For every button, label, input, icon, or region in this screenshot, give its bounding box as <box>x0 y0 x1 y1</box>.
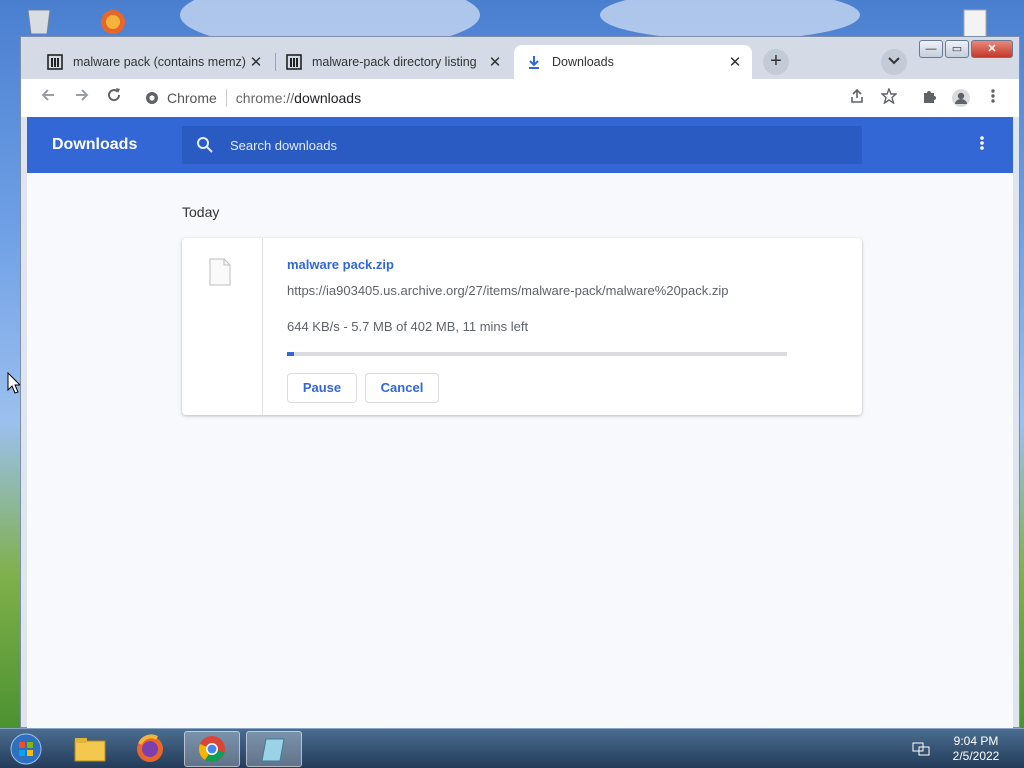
browser-toolbar: Chrome chrome://downloads <box>21 79 1019 117</box>
notepad-icon[interactable] <box>246 731 302 767</box>
browser-menu-icon[interactable] <box>983 88 1003 108</box>
tab-search-chevron-icon[interactable] <box>881 49 907 75</box>
archive-icon <box>47 54 63 70</box>
tab-title: malware pack (contains memz) : F <box>73 55 247 69</box>
downloads-page: Downloads Today malware pack.zip https:/… <box>27 117 1013 729</box>
tab-title: malware-pack directory listing <box>312 55 477 69</box>
extensions-puzzle-icon[interactable] <box>919 88 939 108</box>
archive-icon <box>286 54 302 70</box>
tab-downloads[interactable]: Downloads ✕ <box>514 45 752 79</box>
close-tab-icon[interactable]: ✕ <box>486 53 504 71</box>
tab-strip: malware pack (contains memz) : F ✕ malwa… <box>21 37 1019 79</box>
maximize-button[interactable]: ▭ <box>945 40 969 58</box>
section-heading-today: Today <box>182 204 220 220</box>
search-bar[interactable] <box>182 126 862 164</box>
close-tab-icon[interactable]: ✕ <box>726 53 744 71</box>
download-progress-fill <box>287 352 294 356</box>
omnibox-url: chrome://downloads <box>236 90 361 106</box>
omnibox[interactable]: Chrome chrome://downloads <box>137 83 957 113</box>
recycle-bin-icon[interactable] <box>22 4 56 38</box>
close-window-button[interactable]: ✕ <box>971 40 1013 58</box>
download-source-url[interactable]: https://ia903405.us.archive.org/27/items… <box>287 283 729 298</box>
file-icon <box>209 258 231 286</box>
pause-button[interactable]: Pause <box>287 373 357 403</box>
close-tab-icon[interactable]: ✕ <box>247 53 265 71</box>
firefox-icon[interactable] <box>122 731 178 767</box>
search-icon <box>196 136 214 154</box>
file-explorer-icon[interactable] <box>62 731 118 767</box>
taskbar-clock[interactable]: 9:04 PM 2/5/2022 <box>940 734 1012 764</box>
clock-date: 2/5/2022 <box>952 749 1000 763</box>
back-arrow-icon[interactable] <box>37 87 59 109</box>
tab-title: Downloads <box>552 55 614 69</box>
share-icon[interactable] <box>847 88 867 108</box>
desktop-cloud <box>600 0 860 40</box>
download-status: 644 KB/s - 5.7 MB of 402 MB, 11 mins lef… <box>287 319 529 334</box>
chrome-icon[interactable] <box>184 731 240 767</box>
network-icon[interactable] <box>912 741 930 757</box>
clock-time: 9:04 PM <box>953 734 999 748</box>
profile-avatar-icon[interactable] <box>951 88 971 108</box>
minimize-button[interactable]: — <box>919 40 943 58</box>
browser-window: malware pack (contains memz) : F ✕ malwa… <box>20 36 1020 729</box>
start-orb-icon[interactable] <box>2 731 50 767</box>
new-tab-button[interactable]: + <box>763 49 789 75</box>
download-progress-bar <box>287 352 787 356</box>
reload-icon[interactable] <box>103 87 125 109</box>
firefox-desktop-icon[interactable] <box>96 4 130 38</box>
mouse-cursor-icon <box>7 371 22 394</box>
chrome-logo-icon <box>145 91 159 105</box>
url-scheme: chrome:// <box>235 90 295 106</box>
tab-malware-pack[interactable]: malware pack (contains memz) : F ✕ <box>35 45 273 79</box>
file-icon-column <box>182 238 263 415</box>
download-filename-link[interactable]: malware pack.zip <box>287 257 394 272</box>
download-item-card: malware pack.zip https://ia903405.us.arc… <box>182 238 862 415</box>
omnibox-site-label: Chrome <box>167 90 217 106</box>
tab-directory-listing[interactable]: malware-pack directory listing ✕ <box>274 45 512 79</box>
url-path: downloads <box>294 90 362 106</box>
downloads-header: Downloads <box>27 117 1013 173</box>
download-icon <box>526 54 542 70</box>
cancel-button[interactable]: Cancel <box>365 373 439 403</box>
bookmark-star-icon[interactable] <box>879 87 899 108</box>
omnibox-separator <box>225 89 227 107</box>
forward-arrow-icon[interactable] <box>71 87 93 109</box>
taskbar: 9:04 PM 2/5/2022 <box>0 728 1024 768</box>
search-input[interactable] <box>228 136 832 154</box>
more-options-icon[interactable] <box>975 135 989 157</box>
page-title: Downloads <box>52 136 138 153</box>
